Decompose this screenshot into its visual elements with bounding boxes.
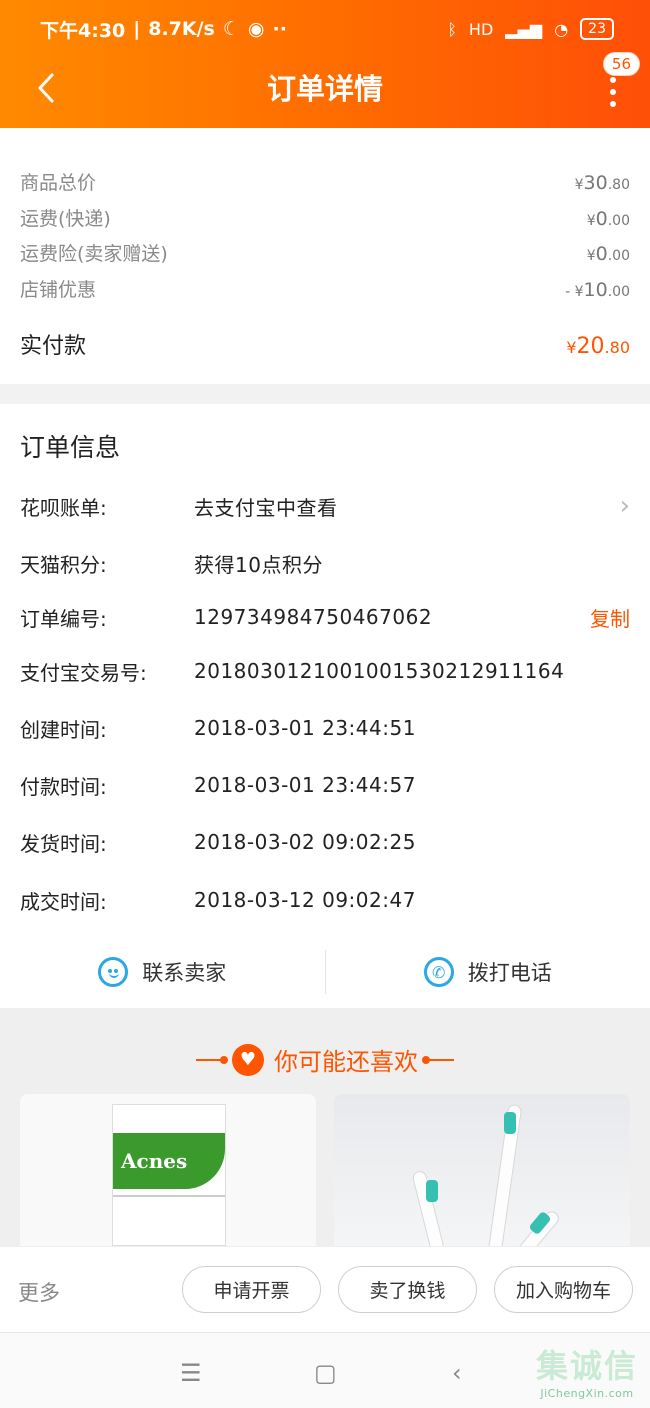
heart-icon: ♥ [232, 1043, 264, 1076]
info-row-created: 创建时间: 2018-03-01 23:44:51 [20, 708, 630, 748]
price-row-goods: 商品总价 ¥30.80 [20, 168, 630, 195]
info-value: 2018-03-12 09:02:47 [194, 888, 416, 912]
more-button[interactable]: 更多 [18, 1277, 60, 1307]
price-value: - ¥10.00 [565, 279, 630, 301]
system-nav-bar: ☰ ▢ ‹ 集诚信 JiChengXin.com [0, 1332, 650, 1408]
info-key: 天猫积分: [20, 552, 107, 577]
apply-invoice-button[interactable]: 申请开票 [182, 1266, 321, 1313]
more-dot-icon [610, 77, 616, 83]
more-dot-icon [610, 89, 616, 95]
info-key: 支付宝交易号: [20, 660, 147, 685]
menu-icon[interactable]: ☰ [180, 1359, 202, 1387]
app-header: 下午4:30 | 8.7K/s ☾ ◉ ·· ᛒ HD ▂▄▆ ◔ 23 订单详… [0, 0, 650, 128]
price-row-total: 实付款 ¥20.80 [20, 328, 630, 360]
scrolled-content-remnant [100, 128, 620, 134]
decor-line [196, 1055, 228, 1064]
price-label: 商品总价 [20, 172, 97, 194]
price-row-discount: 店铺优惠 - ¥10.00 [20, 275, 630, 302]
more-menu-button[interactable] [598, 72, 628, 112]
toothbrush-bristle-image [426, 1180, 438, 1202]
info-row-alipay-trade: 支付宝交易号: 2018030121001001530212911164 [20, 651, 630, 691]
info-row-order-number: 订单编号: 129734984750467062 复制 [20, 597, 630, 637]
status-separator: | [133, 18, 141, 40]
total-label: 实付款 [20, 334, 87, 359]
info-value: 去支付宝中查看 [194, 495, 338, 520]
battery-icon: 23 [580, 18, 614, 40]
info-key: 发货时间: [20, 831, 107, 856]
status-bar: 下午4:30 | 8.7K/s ☾ ◉ ·· ᛒ HD ▂▄▆ ◔ 23 [40, 14, 614, 44]
call-phone-button[interactable]: ✆ 拨打电话 [326, 944, 650, 1000]
status-right: ᛒ HD ▂▄▆ ◔ 23 [447, 18, 614, 40]
resell-button[interactable]: 卖了换钱 [338, 1266, 477, 1313]
call-phone-label: 拨打电话 [467, 961, 552, 985]
back-triangle-icon[interactable]: ‹ [452, 1359, 462, 1387]
product-box-seam [113, 1195, 225, 1197]
wifi-icon: ◔ [554, 19, 569, 39]
order-info-card: 订单信息 花呗账单: 去支付宝中查看 › 天猫积分: 获得10点积分 订单编号:… [0, 404, 650, 1008]
product-card-acnes[interactable]: Acnes [20, 1094, 316, 1246]
signal-icon: ▂▄▆ [505, 19, 543, 39]
price-label: 运费险(卖家赠送) [20, 243, 168, 265]
price-row-insurance: 运费险(卖家赠送) ¥0.00 [20, 239, 630, 266]
info-key: 付款时间: [20, 774, 107, 799]
info-key: 花呗账单: [20, 495, 107, 520]
price-value: ¥0.00 [586, 208, 630, 230]
recommendations-header: ♥ 你可能还喜欢 [0, 1042, 650, 1077]
info-value: 2018-03-01 23:44:51 [194, 716, 416, 740]
info-row-points: 天猫积分: 获得10点积分 [20, 543, 630, 583]
notification-icon: ◉ [247, 18, 265, 40]
copy-button[interactable]: 复制 [590, 603, 630, 632]
decor-line [422, 1055, 454, 1064]
watermark-logo: 集诚信 JiChengXin.com [536, 1341, 638, 1400]
recommendations-title: 你可能还喜欢 [274, 1048, 418, 1076]
order-info-title: 订单信息 [20, 433, 121, 462]
add-to-cart-button[interactable]: 加入购物车 [494, 1266, 633, 1313]
price-row-shipping: 运费(快递) ¥0.00 [20, 204, 630, 231]
more-dots-icon: ·· [272, 18, 287, 40]
status-speed: 8.7K/s [148, 18, 215, 40]
info-value: 2018030121001001530212911164 [194, 659, 565, 683]
bottom-action-bar: 更多 申请开票 卖了换钱 加入购物车 [0, 1246, 650, 1332]
toothbrush-bristle-image [504, 1112, 516, 1134]
price-value: ¥30.80 [574, 172, 630, 194]
contact-bar: 联系卖家 ✆ 拨打电话 [0, 944, 650, 1000]
home-square-icon[interactable]: ▢ [314, 1359, 337, 1387]
product-card-toothbrush[interactable] [334, 1094, 630, 1246]
more-dot-icon [610, 101, 616, 107]
recommendations-section: ♥ 你可能还喜欢 Acnes [0, 1008, 650, 1246]
watermark-en: JiChengXin.com [540, 1387, 634, 1400]
contact-seller-label: 联系卖家 [142, 961, 227, 985]
moon-icon: ☾ [222, 18, 240, 40]
info-row-paid: 付款时间: 2018-03-01 23:44:57 [20, 765, 630, 805]
price-summary-card: 商品总价 ¥30.80 运费(快递) ¥0.00 运费险(卖家赠送) ¥0.00… [0, 128, 650, 384]
info-row-completed: 成交时间: 2018-03-12 09:02:47 [20, 880, 630, 920]
status-time: 下午4:30 [40, 19, 126, 42]
status-left: 下午4:30 | 8.7K/s ☾ ◉ ·· [40, 16, 287, 43]
product-image: Acnes [112, 1104, 226, 1246]
info-row-huabei[interactable]: 花呗账单: 去支付宝中查看 › [20, 486, 630, 526]
info-value: 129734984750467062 [194, 605, 433, 629]
total-value: ¥20.80 [566, 334, 630, 359]
info-value: 获得10点积分 [194, 552, 323, 577]
chevron-right-icon: › [619, 491, 630, 521]
info-key: 订单编号: [20, 606, 107, 631]
info-value: 2018-03-01 23:44:57 [194, 773, 416, 797]
chat-face-icon [98, 957, 129, 987]
watermark-cn: 集诚信 [535, 1347, 638, 1385]
info-key: 创建时间: [20, 717, 107, 742]
phone-icon: ✆ [423, 957, 454, 987]
info-value: 2018-03-02 09:02:25 [194, 830, 416, 854]
price-value: ¥0.00 [586, 243, 630, 265]
bluetooth-icon: ᛒ [447, 19, 457, 39]
contact-seller-button[interactable]: 联系卖家 [0, 944, 325, 1000]
price-label: 运费(快递) [20, 208, 111, 230]
signal-hd-label: HD [468, 19, 494, 39]
price-label: 店铺优惠 [20, 279, 97, 301]
page-title: 订单详情 [266, 72, 383, 106]
info-row-shipped: 发货时间: 2018-03-02 09:02:25 [20, 822, 630, 862]
product-brand-label: Acnes [121, 1149, 188, 1173]
info-key: 成交时间: [20, 889, 107, 914]
